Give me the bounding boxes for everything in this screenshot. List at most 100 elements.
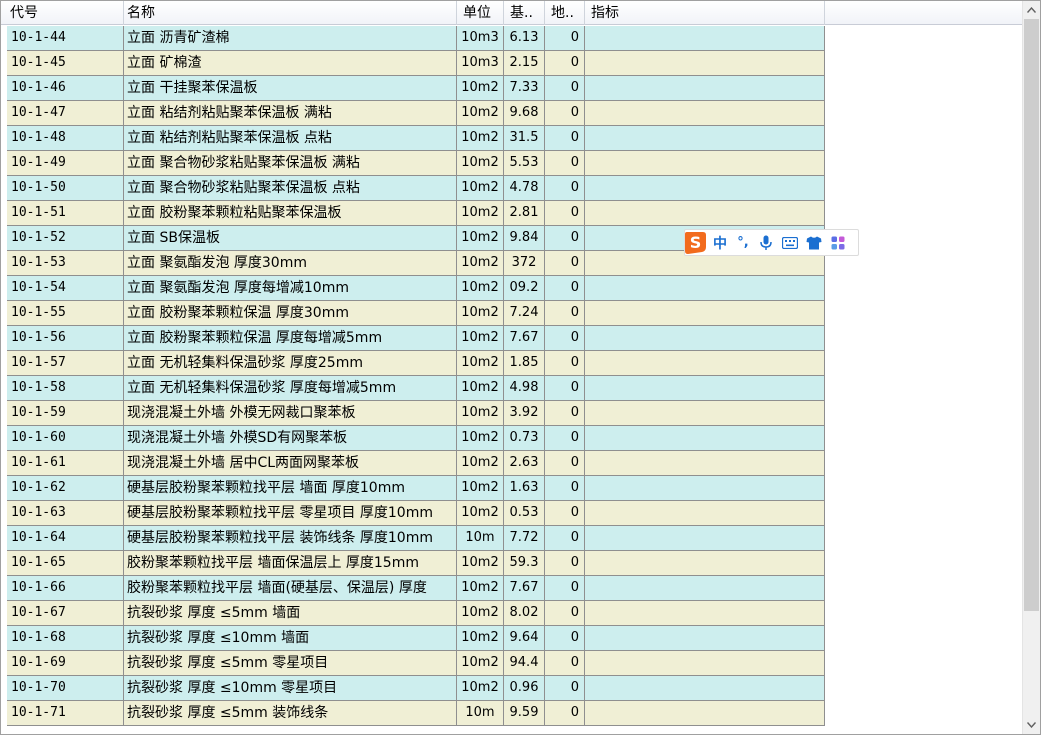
cell-unit[interactable]: 10m2: [457, 101, 504, 125]
cell-land[interactable]: 0: [545, 451, 585, 475]
cell-base-price[interactable]: 2.63: [504, 451, 545, 475]
cell-index[interactable]: [585, 576, 825, 600]
cell-code[interactable]: 10-1-60: [7, 426, 124, 450]
column-header-name[interactable]: 名称: [124, 1, 457, 25]
cell-code[interactable]: 10-1-53: [7, 251, 124, 275]
table-row[interactable]: 10-1-67 抗裂砂浆 厚度 ≤5mm 墙面 10m2 8.02 0: [7, 601, 825, 626]
cell-base-price[interactable]: 7.24: [504, 301, 545, 325]
cell-name[interactable]: 立面 沥青矿渣棉: [124, 26, 457, 50]
cell-unit[interactable]: 10m3: [457, 51, 504, 75]
cell-land[interactable]: 0: [545, 651, 585, 675]
cell-unit[interactable]: 10m: [457, 526, 504, 550]
cell-land[interactable]: 0: [545, 426, 585, 450]
cell-name[interactable]: 胶粉聚苯颗粒找平层 墙面(硬基层、保温层) 厚度: [124, 576, 457, 600]
cell-unit[interactable]: 10m2: [457, 226, 504, 250]
cell-code[interactable]: 10-1-63: [7, 501, 124, 525]
cell-index[interactable]: [585, 501, 825, 525]
cell-index[interactable]: [585, 101, 825, 125]
cell-base-price[interactable]: 2.15: [504, 51, 545, 75]
cell-name[interactable]: 立面 粘结剂粘贴聚苯保温板 点粘: [124, 126, 457, 150]
cell-code[interactable]: 10-1-69: [7, 651, 124, 675]
table-row[interactable]: 10-1-54 立面 聚氨酯发泡 厚度每增减10mm 10m2 09.2 0: [7, 276, 825, 301]
cell-index[interactable]: [585, 301, 825, 325]
table-row[interactable]: 10-1-50 立面 聚合物砂浆粘贴聚苯保温板 点粘 10m2 4.78 0: [7, 176, 825, 201]
cell-code[interactable]: 10-1-70: [7, 676, 124, 700]
cell-name[interactable]: 硬基层胶粉聚苯颗粒找平层 墙面 厚度10mm: [124, 476, 457, 500]
table-row[interactable]: 10-1-60 现浇混凝土外墙 外模SD有网聚苯板 10m2 0.73 0: [7, 426, 825, 451]
cell-unit[interactable]: 10m2: [457, 301, 504, 325]
cell-index[interactable]: [585, 651, 825, 675]
cell-name[interactable]: 现浇混凝土外墙 外模无网裁口聚苯板: [124, 401, 457, 425]
cell-base-price[interactable]: 09.2: [504, 276, 545, 300]
cell-unit[interactable]: 10m2: [457, 601, 504, 625]
cell-base-price[interactable]: 0.53: [504, 501, 545, 525]
cell-code[interactable]: 10-1-46: [7, 76, 124, 100]
cell-unit[interactable]: 10m2: [457, 401, 504, 425]
cell-code[interactable]: 10-1-58: [7, 376, 124, 400]
cell-index[interactable]: [585, 401, 825, 425]
vertical-scrollbar[interactable]: [1022, 1, 1040, 734]
table-row[interactable]: 10-1-71 抗裂砂浆 厚度 ≤5mm 装饰线条 10m 9.59 0: [7, 701, 825, 726]
cell-base-price[interactable]: 7.67: [504, 326, 545, 350]
cell-land[interactable]: 0: [545, 201, 585, 225]
column-header-code[interactable]: 代号: [1, 1, 124, 25]
cell-land[interactable]: 0: [545, 551, 585, 575]
cell-land[interactable]: 0: [545, 626, 585, 650]
cell-name[interactable]: 立面 无机轻集料保温砂浆 厚度每增减5mm: [124, 376, 457, 400]
table-row[interactable]: 10-1-59 现浇混凝土外墙 外模无网裁口聚苯板 10m2 3.92 0: [7, 401, 825, 426]
cell-index[interactable]: [585, 201, 825, 225]
cell-base-price[interactable]: 9.64: [504, 626, 545, 650]
cell-unit[interactable]: 10m2: [457, 626, 504, 650]
cell-land[interactable]: 0: [545, 576, 585, 600]
table-row[interactable]: 10-1-64 硬基层胶粉聚苯颗粒找平层 装饰线条 厚度10mm 10m 7.72 0: [7, 526, 825, 551]
cell-base-price[interactable]: 1.85: [504, 351, 545, 375]
cell-base-price[interactable]: 59.3: [504, 551, 545, 575]
cell-base-price[interactable]: 9.84: [504, 226, 545, 250]
table-row[interactable]: 10-1-68 抗裂砂浆 厚度 ≤10mm 墙面 10m2 9.64 0: [7, 626, 825, 651]
apps-grid-icon[interactable]: [826, 230, 850, 255]
cell-base-price[interactable]: 7.33: [504, 76, 545, 100]
cell-land[interactable]: 0: [545, 126, 585, 150]
cell-unit[interactable]: 10m2: [457, 376, 504, 400]
cell-base-price[interactable]: 6.13: [504, 26, 545, 50]
cell-base-price[interactable]: 4.78: [504, 176, 545, 200]
cell-base-price[interactable]: 94.4: [504, 651, 545, 675]
column-header-base[interactable]: 基..: [504, 1, 545, 25]
cell-name[interactable]: 立面 矿棉渣: [124, 51, 457, 75]
table-row[interactable]: 10-1-61 现浇混凝土外墙 居中CL两面网聚苯板 10m2 2.63 0: [7, 451, 825, 476]
table-row[interactable]: 10-1-46 立面 干挂聚苯保温板 10m2 7.33 0: [7, 76, 825, 101]
cell-base-price[interactable]: 4.98: [504, 376, 545, 400]
cell-land[interactable]: 0: [545, 501, 585, 525]
cell-name[interactable]: 立面 聚合物砂浆粘贴聚苯保温板 满粘: [124, 151, 457, 175]
cell-code[interactable]: 10-1-62: [7, 476, 124, 500]
cell-base-price[interactable]: 9.59: [504, 701, 545, 725]
table-row[interactable]: 10-1-44 立面 沥青矿渣棉 10m3 6.13 0: [7, 26, 825, 51]
cell-code[interactable]: 10-1-71: [7, 701, 124, 725]
cell-name[interactable]: 立面 粘结剂粘贴聚苯保温板 满粘: [124, 101, 457, 125]
cell-name[interactable]: 抗裂砂浆 厚度 ≤5mm 墙面: [124, 601, 457, 625]
cell-index[interactable]: [585, 476, 825, 500]
cell-land[interactable]: 0: [545, 51, 585, 75]
cell-index[interactable]: [585, 526, 825, 550]
cell-land[interactable]: 0: [545, 526, 585, 550]
scroll-up-arrow-icon[interactable]: [1023, 1, 1040, 19]
cell-unit[interactable]: 10m2: [457, 176, 504, 200]
table-row[interactable]: 10-1-63 硬基层胶粉聚苯颗粒找平层 零星项目 厚度10mm 10m2 0.53 0: [7, 501, 825, 526]
cell-code[interactable]: 10-1-67: [7, 601, 124, 625]
cell-name[interactable]: 胶粉聚苯颗粒找平层 墙面保温层上 厚度15mm: [124, 551, 457, 575]
table-row[interactable]: 10-1-66 胶粉聚苯颗粒找平层 墙面(硬基层、保温层) 厚度 10m2 7.67 0: [7, 576, 825, 601]
cell-unit[interactable]: 10m3: [457, 26, 504, 50]
table-row[interactable]: 10-1-45 立面 矿棉渣 10m3 2.15 0: [7, 51, 825, 76]
cell-index[interactable]: [585, 151, 825, 175]
cell-land[interactable]: 0: [545, 76, 585, 100]
cell-base-price[interactable]: 0.73: [504, 426, 545, 450]
scroll-down-arrow-icon[interactable]: [1023, 716, 1040, 734]
cell-name[interactable]: 现浇混凝土外墙 外模SD有网聚苯板: [124, 426, 457, 450]
cell-base-price[interactable]: 31.5: [504, 126, 545, 150]
cell-land[interactable]: 0: [545, 251, 585, 275]
cell-code[interactable]: 10-1-47: [7, 101, 124, 125]
cell-index[interactable]: [585, 76, 825, 100]
cell-name[interactable]: 立面 胶粉聚苯颗粒保温 厚度30mm: [124, 301, 457, 325]
table-row[interactable]: 10-1-70 抗裂砂浆 厚度 ≤10mm 零星项目 10m2 0.96 0: [7, 676, 825, 701]
mic-icon[interactable]: [754, 230, 778, 255]
